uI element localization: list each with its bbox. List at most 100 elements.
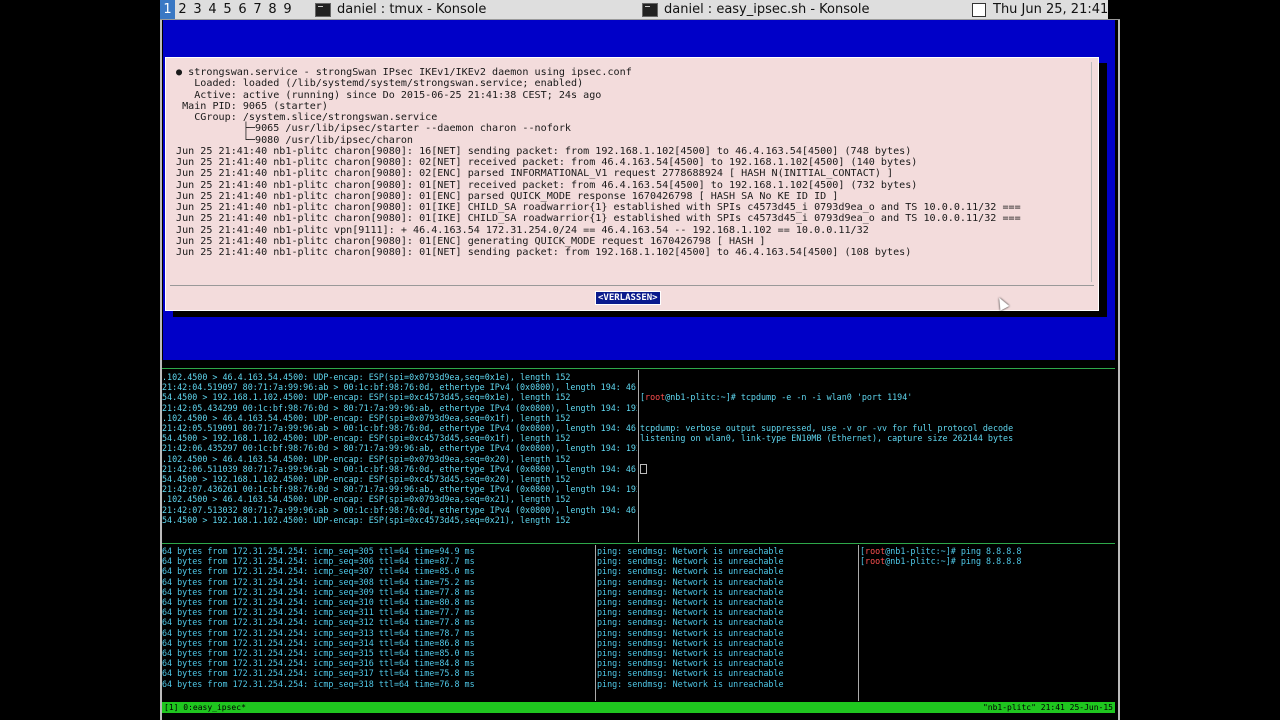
pane-divider bbox=[162, 543, 1115, 544]
ping-success-pane[interactable]: 64 bytes from 172.31.254.254: icmp_seq=3… bbox=[162, 546, 594, 700]
tcpdump-command-pane[interactable]: [root@nb1-plitc:~]# tcpdump -e -n -i wla… bbox=[640, 372, 1115, 542]
log-line: Jun 25 21:41:40 nb1-plitc charon[9080]: … bbox=[176, 145, 912, 157]
packet-line: 21:42:07.513032 80:71:7a:99:96:ab > 00:1… bbox=[162, 504, 637, 515]
prompt-user: root bbox=[865, 556, 886, 567]
log-line: Jun 25 21:41:40 nb1-plitc charon[9080]: … bbox=[176, 202, 1021, 213]
log-line: └─9080 /usr/lib/ipsec/charon bbox=[176, 134, 414, 146]
packet-line: 21:42:05.519091 80:71:7a:99:96:ab > 00:1… bbox=[162, 423, 637, 434]
dialog-divider bbox=[170, 285, 1094, 286]
konsole-icon bbox=[315, 2, 331, 17]
prompt-user: root bbox=[645, 392, 666, 403]
ping-failure-pane[interactable]: ping: sendmsg: Network is unreachable pin… bbox=[597, 546, 857, 700]
ping-command-pane[interactable]: [root@nb1-plitc:~]# ping 8.8.8.8 [root@nb… bbox=[860, 546, 1115, 700]
prompt-command: @nb1-plitc:~]# ping 8.8.8.8 bbox=[885, 546, 1022, 556]
log-line: Jun 25 21:41:40 nb1-plitc vpn[9111]: + 4… bbox=[176, 224, 869, 236]
text-cursor bbox=[640, 464, 1115, 475]
ping-error-line: ping: sendmsg: Network is unreachable bbox=[597, 576, 784, 587]
ping-reply-line: 64 bytes from 172.31.254.254: icmp_seq=3… bbox=[162, 627, 475, 638]
log-line: Active: active (running) since Do 2015-0… bbox=[176, 89, 602, 101]
packet-line: 21:42:06.511039 80:71:7a:99:96:ab > 00:1… bbox=[162, 463, 637, 474]
tray-window-icon[interactable] bbox=[972, 3, 986, 17]
desktop-4[interactable]: 4 bbox=[205, 0, 220, 19]
desktop-7[interactable]: 7 bbox=[250, 0, 265, 19]
ping-reply-line: 64 bytes from 172.31.254.254: icmp_seq=3… bbox=[162, 556, 475, 567]
status-dialog: ● strongswan.service - strongSwan IPsec … bbox=[165, 57, 1099, 311]
ping-error-line: ping: sendmsg: Network is unreachable bbox=[597, 658, 784, 669]
dialog-scrollbar[interactable] bbox=[1091, 62, 1096, 282]
output-line: tcpdump: verbose output suppressed, use … bbox=[640, 423, 1014, 434]
log-line: Jun 25 21:41:40 nb1-plitc charon[9080]: … bbox=[176, 235, 766, 247]
taskbar-item-label: daniel : easy_ipsec.sh - Konsole bbox=[664, 2, 870, 17]
prompt-user: root bbox=[865, 546, 886, 556]
ping-error-line: ping: sendmsg: Network is unreachable bbox=[597, 566, 784, 577]
packet-line: 21:42:04.519097 80:71:7a:99:96:ab > 00:1… bbox=[162, 382, 637, 393]
shell-prompt-line: [root@nb1-plitc:~]# ping 8.8.8.8 bbox=[860, 556, 1022, 567]
packet-line: 54.4500 > 192.168.1.102.4500: UDP-encap:… bbox=[162, 433, 571, 444]
ping-reply-line: 64 bytes from 172.31.254.254: icmp_seq=3… bbox=[162, 648, 475, 659]
log-line: CGroup: /system.slice/strongswan.service bbox=[176, 112, 438, 123]
panel-corner bbox=[1108, 0, 1120, 19]
desktop-3[interactable]: 3 bbox=[190, 0, 205, 19]
pane-divider bbox=[595, 545, 596, 701]
log-line: ├─9065 /usr/lib/ipsec/starter --daemon c… bbox=[176, 123, 572, 135]
packet-line: .102.4500 > 46.4.163.54.4500: UDP-encap:… bbox=[162, 494, 571, 505]
log-line: Jun 25 21:41:40 nb1-plitc charon[9080]: … bbox=[176, 247, 912, 258]
log-line: Loaded: loaded (/lib/systemd/system/stro… bbox=[176, 78, 584, 90]
packet-line: 21:42:05.434299 00:1c:bf:98:76:0d > 80:7… bbox=[162, 402, 637, 413]
ping-error-line: ping: sendmsg: Network is unreachable bbox=[597, 597, 784, 608]
log-line: Jun 25 21:41:40 nb1-plitc charon[9080]: … bbox=[176, 168, 894, 180]
taskbar-item-easy-ipsec[interactable]: daniel : easy_ipsec.sh - Konsole bbox=[642, 0, 870, 19]
tmux-status-bar: [1] 0:easy_ipsec* "nb1-plitc" 21:41 25-J… bbox=[162, 702, 1115, 713]
packet-line: 21:42:07.436261 00:1c:bf:98:76:0d > 80:7… bbox=[162, 484, 637, 495]
ping-error-line: ping: sendmsg: Network is unreachable bbox=[597, 617, 784, 628]
ping-error-line: ping: sendmsg: Network is unreachable bbox=[597, 668, 784, 679]
desktop-switcher: 123456789 bbox=[160, 0, 295, 19]
ping-reply-line: 64 bytes from 172.31.254.254: icmp_seq=3… bbox=[162, 617, 475, 628]
ping-error-line: ping: sendmsg: Network is unreachable bbox=[597, 586, 784, 597]
desktop-6[interactable]: 6 bbox=[235, 0, 250, 19]
log-line: Jun 25 21:41:40 nb1-plitc charon[9080]: … bbox=[176, 213, 1021, 225]
verlassen-button[interactable]: <VERLASSEN> bbox=[595, 291, 661, 305]
prompt-command: @nb1-plitc:~]# tcpdump -e -n -i wlan0 'p… bbox=[665, 392, 913, 403]
service-status-text: ● strongswan.service - strongSwan IPsec … bbox=[176, 67, 1021, 258]
desktop-8[interactable]: 8 bbox=[265, 0, 280, 19]
packet-line: .102.4500 > 46.4.163.54.4500: UDP-encap:… bbox=[162, 372, 571, 382]
ping-error-line: ping: sendmsg: Network is unreachable bbox=[597, 556, 784, 567]
ping-error-line: ping: sendmsg: Network is unreachable bbox=[597, 678, 784, 689]
ping-reply-line: 64 bytes from 172.31.254.254: icmp_seq=3… bbox=[162, 546, 475, 556]
desktop-2[interactable]: 2 bbox=[175, 0, 190, 19]
ping-error-line: ping: sendmsg: Network is unreachable bbox=[597, 637, 784, 648]
taskbar-item-tmux[interactable]: daniel : tmux - Konsole bbox=[315, 0, 486, 19]
clock[interactable]: Thu Jun 25, 21:41 bbox=[993, 0, 1108, 19]
pane-divider bbox=[638, 370, 639, 542]
pane-divider bbox=[162, 368, 1115, 369]
packet-line: .102.4500 > 46.4.163.54.4500: UDP-encap:… bbox=[162, 412, 571, 423]
ping-error-line: ping: sendmsg: Network is unreachable bbox=[597, 607, 784, 618]
log-line: Jun 25 21:41:40 nb1-plitc charon[9080]: … bbox=[176, 179, 918, 191]
pane-divider bbox=[858, 545, 859, 701]
tcpdump-output-pane[interactable]: .102.4500 > 46.4.163.54.4500: UDP-encap:… bbox=[162, 372, 637, 542]
log-line: Jun 25 21:41:40 nb1-plitc charon[9080]: … bbox=[176, 157, 918, 168]
prompt-command: @nb1-plitc:~]# ping 8.8.8.8 bbox=[885, 556, 1022, 567]
packet-line: 54.4500 > 192.168.1.102.4500: UDP-encap:… bbox=[162, 514, 571, 525]
log-line: Main PID: 9065 (starter) bbox=[176, 100, 328, 112]
top-panel: 123456789 daniel : tmux - Konsole daniel… bbox=[160, 0, 1120, 20]
ping-reply-line: 64 bytes from 172.31.254.254: icmp_seq=3… bbox=[162, 576, 475, 587]
ping-reply-line: 64 bytes from 172.31.254.254: icmp_seq=3… bbox=[162, 566, 475, 577]
tmux-window-list[interactable]: [1] 0:easy_ipsec* bbox=[164, 702, 246, 713]
konsole-icon bbox=[642, 2, 658, 17]
output-line: listening on wlan0, link-type EN10MB (Et… bbox=[640, 433, 1014, 444]
ping-reply-line: 64 bytes from 172.31.254.254: icmp_seq=3… bbox=[162, 597, 475, 608]
packet-line: 21:42:06.435297 00:1c:bf:98:76:0d > 80:7… bbox=[162, 443, 637, 454]
packet-line: 54.4500 > 192.168.1.102.4500: UDP-encap:… bbox=[162, 392, 571, 403]
tcpdump-messages: tcpdump: verbose output suppressed, use … bbox=[640, 423, 1115, 443]
shell-prompt-line: [root@nb1-plitc:~]# ping 8.8.8.8 bbox=[860, 546, 1022, 556]
desktop-1[interactable]: 1 bbox=[160, 0, 175, 19]
log-line: Jun 25 21:41:40 nb1-plitc charon[9080]: … bbox=[176, 190, 839, 202]
packet-line: .102.4500 > 46.4.163.54.4500: UDP-encap:… bbox=[162, 453, 571, 464]
ping-reply-line: 64 bytes from 172.31.254.254: icmp_seq=3… bbox=[162, 658, 475, 669]
desktop-9[interactable]: 9 bbox=[280, 0, 295, 19]
taskbar-item-label: daniel : tmux - Konsole bbox=[337, 2, 487, 17]
tmux-host-time: "nb1-plitc" 21:41 25-Jun-15 bbox=[982, 703, 1113, 712]
desktop-5[interactable]: 5 bbox=[220, 0, 235, 19]
